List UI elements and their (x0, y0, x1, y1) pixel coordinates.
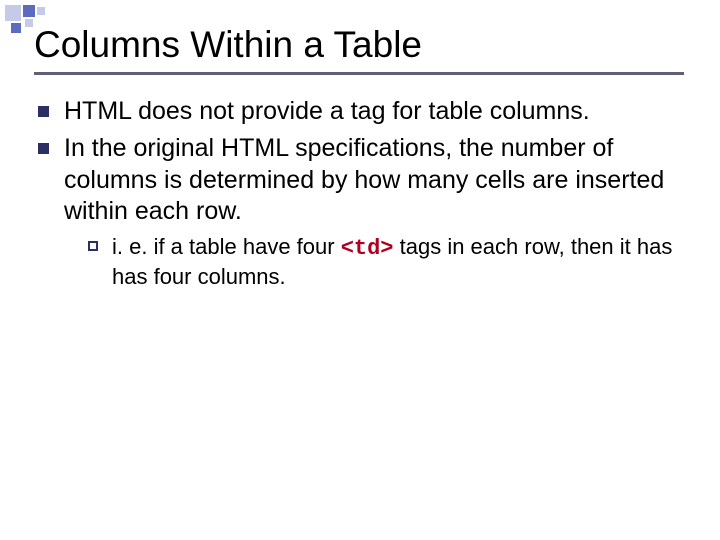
bullet-level1: In the original HTML specifications, the… (38, 133, 680, 227)
square-bullet-icon (38, 106, 49, 117)
bullet-level2: i. e. if a table have four <td> tags in … (88, 233, 680, 291)
code-snippet: <td> (341, 236, 394, 261)
slide-title: Columns Within a Table (34, 24, 686, 66)
bullet-text: HTML does not provide a tag for table co… (64, 97, 590, 125)
bullet-text-pre: i. e. if a table have four (112, 234, 341, 259)
hollow-square-bullet-icon (88, 241, 98, 251)
title-area: Columns Within a Table (34, 24, 686, 75)
bullet-level1: HTML does not provide a tag for table co… (38, 96, 680, 127)
bullet-level2-group: i. e. if a table have four <td> tags in … (88, 233, 680, 291)
deco-square (11, 23, 21, 33)
deco-square (23, 5, 35, 17)
bullet-text: In the original HTML specifications, the… (64, 134, 664, 225)
deco-square (37, 7, 45, 15)
deco-square (25, 19, 33, 27)
square-bullet-icon (38, 143, 49, 154)
deco-square (5, 5, 21, 21)
slide: Columns Within a Table HTML does not pro… (0, 0, 720, 540)
slide-body: HTML does not provide a tag for table co… (38, 96, 680, 291)
title-underline (34, 72, 684, 75)
